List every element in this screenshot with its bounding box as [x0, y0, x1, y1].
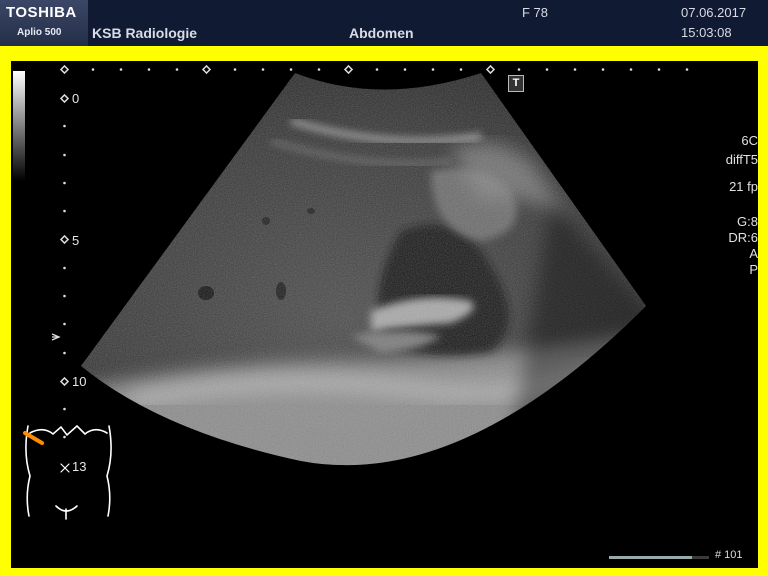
header-bar: TOSHIBA Aplio 500 KSB Radiologie Abdomen… — [0, 0, 768, 46]
t-orientation-icon: T — [508, 75, 524, 92]
scanner-model: Aplio 500 — [17, 27, 62, 38]
exam-date: 07.06.2017 — [681, 5, 747, 20]
param-mode: diffT5 — [725, 152, 758, 167]
scan-sector — [81, 73, 646, 466]
param-probe: 6C — [741, 133, 758, 148]
param-dynamic-range: DR:6 — [728, 230, 758, 245]
cine-progress-fill — [609, 556, 692, 559]
depth-label-5: 5 — [72, 233, 80, 248]
exam-preset: Abdomen — [349, 25, 414, 41]
ultrasound-image — [23, 64, 689, 520]
patient-info: F 78 — [522, 5, 549, 20]
brand-panel: TOSHIBA Aplio 500 — [0, 0, 88, 46]
exam-time: 15:03:08 — [681, 25, 732, 40]
param-a: A — [749, 246, 758, 261]
institution-name: KSB Radiologie — [92, 25, 198, 41]
depth-scale — [59, 93, 70, 439]
depth-label-10: 10 — [72, 374, 87, 389]
lateral-scale — [59, 64, 689, 75]
brand-logo: TOSHIBA — [6, 4, 77, 21]
probe-marker — [23, 431, 44, 445]
frame-counter: # 101 — [715, 549, 743, 561]
focus-arrow-icon — [51, 333, 61, 341]
param-gain: G:8 — [737, 214, 758, 229]
ultrasound-viewport[interactable]: 0 5 10 13 T 6C diffT5 21 fp G:8 DR:6 A P… — [11, 61, 758, 568]
depth-label-13: 13 — [72, 459, 87, 474]
grayscale-bar — [13, 71, 25, 181]
depth-label-0: 0 — [72, 91, 80, 106]
cine-progress-bar[interactable] — [609, 556, 709, 559]
param-p: P — [749, 262, 758, 277]
param-frame-rate: 21 fp — [729, 179, 758, 194]
